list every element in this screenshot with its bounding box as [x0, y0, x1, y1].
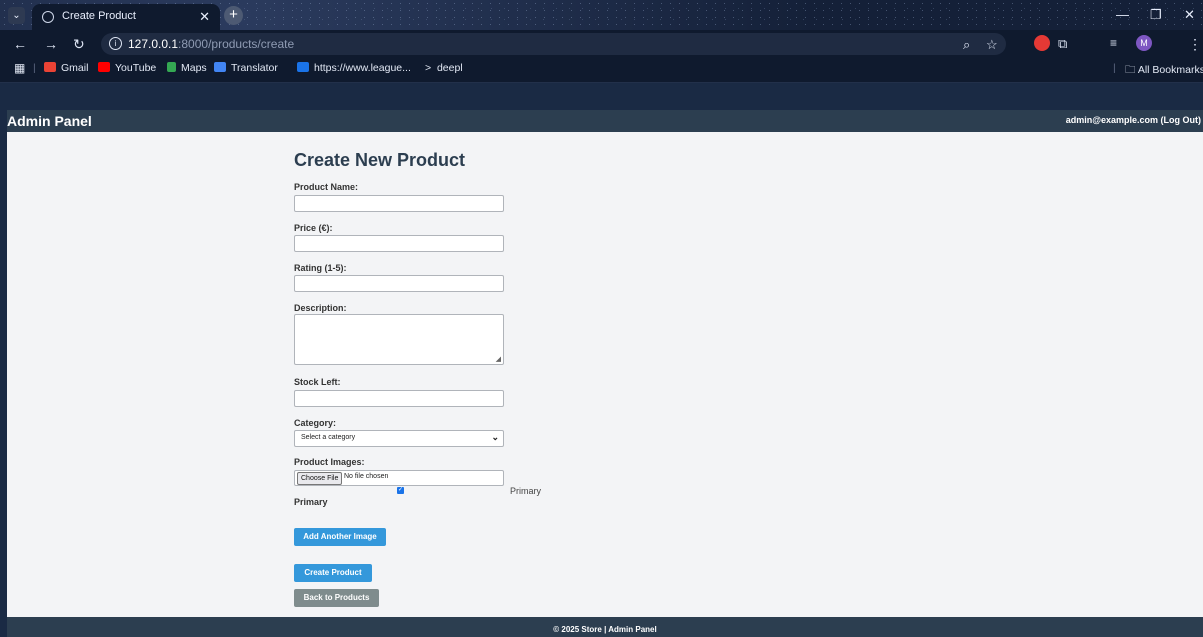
- primary-left-label: Primary: [294, 497, 328, 507]
- primary-checkbox[interactable]: ✓: [397, 487, 404, 494]
- bookmark-gmail[interactable]: Gmail: [44, 62, 88, 74]
- primary-right-label: Primary: [510, 486, 541, 496]
- create-product-form: Create New Product Product Name: Price (…: [294, 150, 554, 607]
- tab-close-icon[interactable]: ✕: [199, 9, 210, 25]
- apps-grid-icon[interactable]: ▦: [14, 61, 25, 75]
- images-label: Product Images:: [294, 457, 365, 467]
- bookmark-divider-right: |: [1113, 62, 1116, 74]
- description-label: Description:: [294, 303, 347, 313]
- league-icon: [297, 62, 309, 72]
- bookmark-divider: |: [33, 62, 36, 74]
- profile-avatar[interactable]: M: [1136, 35, 1152, 51]
- price-label: Price (€):: [294, 223, 333, 233]
- bookmark-translator[interactable]: Translator: [214, 62, 278, 74]
- bookmark-star-icon[interactable]: ☆: [986, 37, 998, 53]
- page-background: [7, 110, 1203, 637]
- forward-arrow-icon[interactable]: →: [44, 36, 58, 52]
- maps-icon: [167, 62, 176, 72]
- tab-search-icon[interactable]: ⌄: [8, 7, 25, 24]
- back-arrow-icon[interactable]: ←: [13, 36, 27, 52]
- image-file-input[interactable]: Choose File No file chosen: [294, 470, 504, 486]
- gmail-icon: [44, 62, 56, 72]
- minimize-icon[interactable]: —: [1116, 7, 1129, 22]
- chevron-down-icon: ⌄: [491, 432, 499, 442]
- create-product-button[interactable]: Create Product: [294, 564, 372, 582]
- page-title: Create New Product: [294, 150, 466, 170]
- deepl-icon: >: [425, 62, 437, 74]
- translator-icon: [214, 62, 226, 72]
- description-textarea[interactable]: ◢: [294, 314, 504, 365]
- stock-label: Stock Left:: [294, 377, 341, 387]
- menu-dots-icon[interactable]: ⋮: [1188, 36, 1202, 53]
- window-close-icon[interactable]: ✕: [1184, 7, 1195, 23]
- footer-text: © 2025 Store | Admin Panel: [553, 625, 657, 634]
- new-tab-button[interactable]: +: [224, 6, 243, 25]
- reading-list-icon[interactable]: ≡: [1110, 36, 1117, 50]
- youtube-icon: [98, 62, 110, 72]
- back-to-products-button[interactable]: Back to Products: [294, 589, 379, 607]
- bookmarks-bar: ▦ | Gmail YouTube Maps Translator https:…: [0, 58, 1203, 83]
- bookmark-deepl[interactable]: > deepl: [425, 62, 463, 74]
- stock-input[interactable]: [294, 390, 504, 407]
- footer: © 2025 Store | Admin Panel: [7, 617, 1203, 637]
- choose-file-button[interactable]: Choose File: [297, 472, 343, 485]
- bookmark-league[interactable]: https://www.league...: [297, 62, 411, 74]
- add-image-button[interactable]: Add Another Image: [294, 528, 386, 546]
- rating-input[interactable]: [294, 275, 504, 292]
- rating-label: Rating (1-5):: [294, 263, 347, 273]
- user-logout-link[interactable]: admin@example.com (Log Out): [1066, 115, 1201, 125]
- bookmark-youtube[interactable]: YouTube: [98, 62, 156, 74]
- url-text: 127.0.0.1:8000/products/create: [128, 37, 295, 51]
- no-file-text: No file chosen: [344, 473, 389, 480]
- bookmark-maps[interactable]: Maps: [167, 62, 207, 74]
- extension-icon[interactable]: [1034, 35, 1050, 51]
- browser-tab[interactable]: Create Product ✕: [32, 4, 220, 30]
- folder-icon: 🗀: [1125, 64, 1138, 76]
- tab-title: Create Product: [62, 10, 136, 22]
- site-info-icon[interactable]: i: [109, 37, 122, 50]
- extensions-puzzle-icon[interactable]: ⧉: [1058, 36, 1067, 52]
- brand-title[interactable]: Admin Panel: [7, 113, 92, 129]
- price-input[interactable]: [294, 235, 504, 252]
- category-selected-value: Select a category: [301, 434, 356, 441]
- product-name-label: Product Name:: [294, 182, 359, 192]
- product-name-input[interactable]: [294, 195, 504, 212]
- all-bookmarks[interactable]: 🗀 All Bookmarks: [1125, 62, 1203, 80]
- reload-icon[interactable]: ↻: [73, 36, 85, 53]
- resize-handle-icon[interactable]: ◢: [496, 355, 501, 363]
- address-toolbar: ← → ↻ i 127.0.0.1:8000/products/create ⌕…: [0, 30, 1203, 58]
- url-bar[interactable]: i 127.0.0.1:8000/products/create ⌕ ☆: [101, 33, 1006, 55]
- category-select[interactable]: Select a category ⌄: [294, 430, 504, 447]
- category-label: Category:: [294, 418, 337, 428]
- restore-icon[interactable]: ❐: [1150, 7, 1162, 23]
- globe-icon: [42, 11, 54, 23]
- zoom-icon[interactable]: ⌕: [963, 37, 970, 53]
- admin-header: Admin Panel admin@example.com (Log Out): [7, 110, 1203, 132]
- browser-tab-strip: ⌄ Create Product ✕ + — ❐ ✕: [0, 0, 1203, 30]
